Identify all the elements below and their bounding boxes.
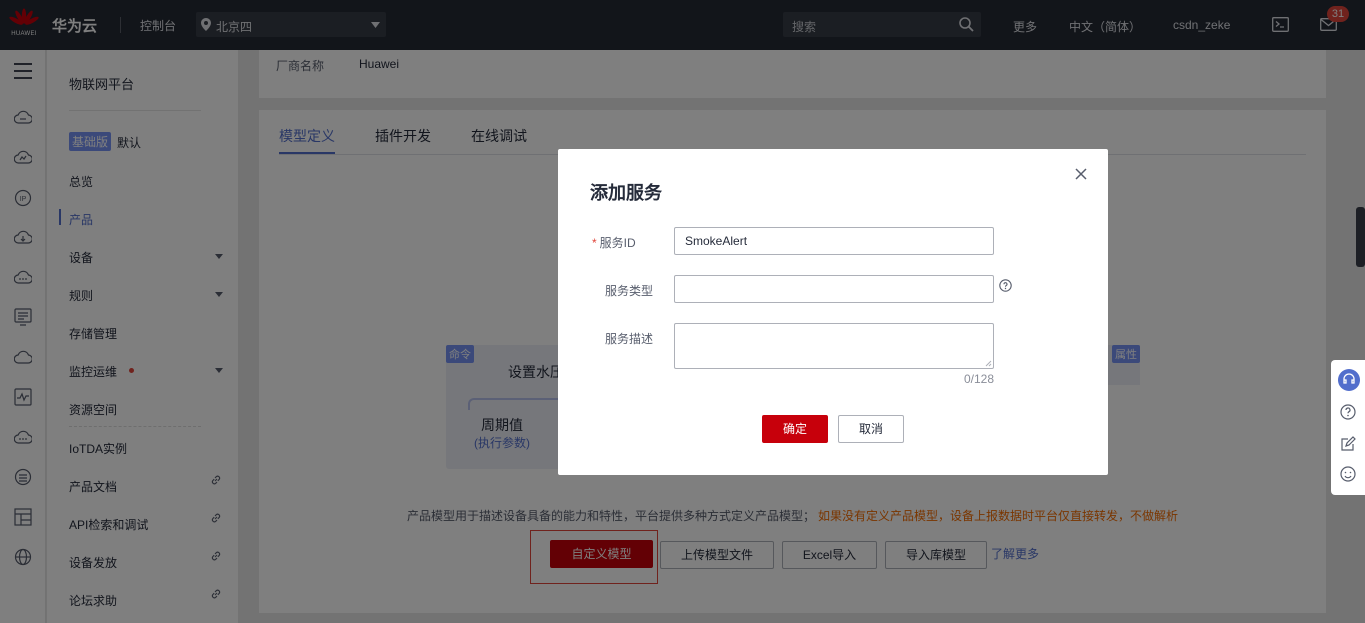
resize-handle-icon[interactable] (985, 360, 992, 367)
service-description-textarea[interactable] (674, 323, 994, 369)
cancel-button[interactable]: 取消 (838, 415, 904, 443)
help-question-icon[interactable] (999, 279, 1012, 292)
customer-service-icon[interactable] (1338, 369, 1360, 391)
service-id-input[interactable] (674, 227, 994, 255)
help-question-icon[interactable] (1338, 402, 1358, 422)
satisfaction-smile-icon[interactable] (1338, 464, 1358, 484)
floating-help-toolbar (1331, 360, 1365, 495)
dialog-title: 添加服务 (590, 183, 662, 203)
service-id-label-text: 服务ID (599, 236, 636, 250)
add-service-dialog: 添加服务 *服务ID 服务类型 服务描述 0/128 确定 取消 (558, 149, 1108, 475)
service-type-input[interactable] (674, 275, 994, 303)
service-type-label: 服务类型 (605, 284, 654, 298)
feedback-edit-icon[interactable] (1338, 434, 1358, 454)
required-asterisk: * (592, 236, 597, 250)
service-id-label: * 服务ID (592, 234, 636, 251)
character-counter: 0/128 (964, 372, 995, 386)
confirm-button[interactable]: 确定 (762, 415, 828, 443)
service-description-label: 服务描述 (605, 332, 654, 346)
close-icon[interactable] (1075, 168, 1087, 180)
